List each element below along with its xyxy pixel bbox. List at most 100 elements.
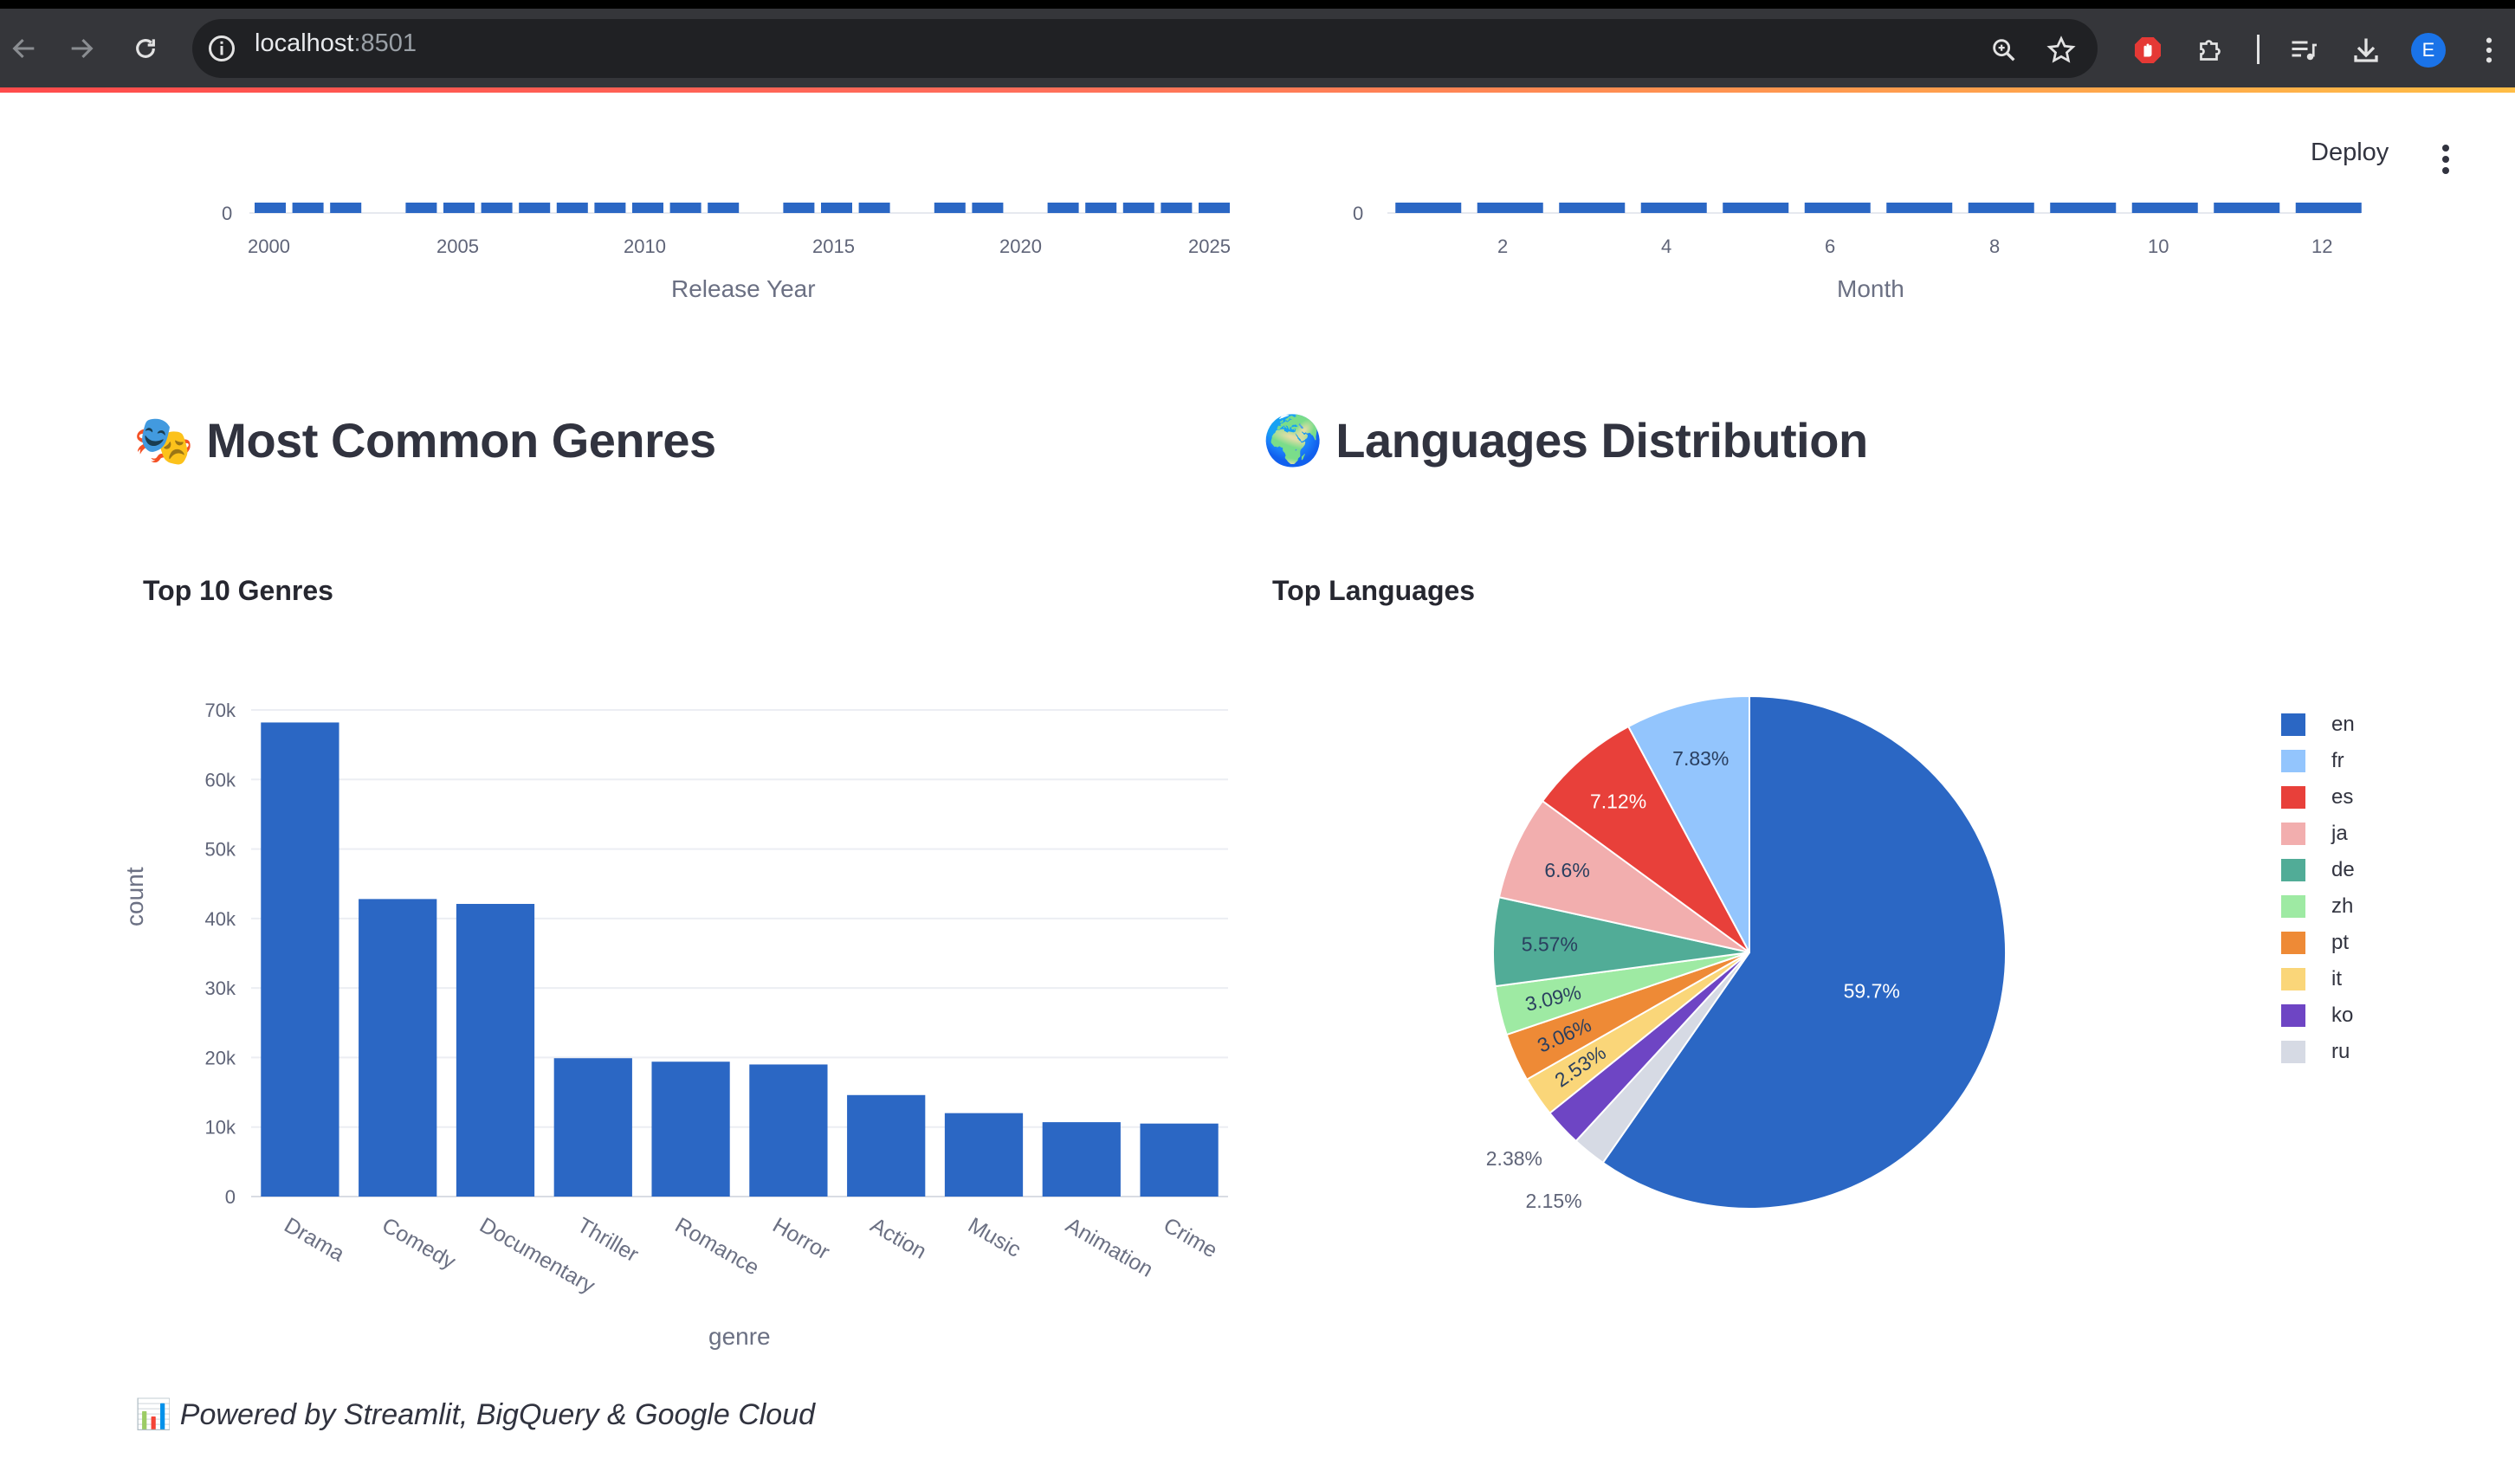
release-year-bar [632,203,663,213]
release-year-tick-2000: 2000 [248,236,290,257]
legend-item-it[interactable]: it [2281,966,2342,992]
genre-x-tick-label: Comedy [378,1213,460,1274]
legend-swatch [2281,895,2305,918]
genre-bar-drama [261,722,339,1197]
legend-label: fr [2331,749,2344,772]
legend-item-de[interactable]: de [2281,857,2355,883]
pie-label-fr: 7.83% [1672,747,1729,770]
genre-bar-thriller [553,1058,632,1197]
pie-label-ja: 6.6% [1544,859,1589,881]
genres-y-tick-label: 60k [205,769,236,790]
pie-label-ko: 2.38% [1486,1147,1542,1170]
month-tick-10: 10 [2148,236,2169,257]
release-year-tick-2020: 2020 [999,236,1042,257]
genres-section-title: Most Common Genres [206,413,716,468]
release-year-bar [858,203,890,213]
genre-bar-documentary [456,903,535,1197]
release-year-chart [249,203,1230,214]
release-year-tick-2010: 2010 [624,236,666,257]
top-charts-area: 0 2000 2005 2010 2015 2020 2025 Release … [0,0,2515,312]
legend-swatch [2281,713,2305,736]
month-bar [1723,203,1789,213]
legend-swatch [2281,1004,2305,1027]
month-bar [1640,203,1707,213]
languages-section-heading: 🌍 Languages Distribution [1263,412,1868,469]
legend-label: ru [2331,1040,2350,1063]
legend-item-fr[interactable]: fr [2281,748,2344,774]
legend-swatch [2281,1041,2305,1063]
languages-pie-chart[interactable]: 59.7%2.15%2.38%2.53%3.06%3.09%5.57%6.6%7… [1256,658,2122,1229]
release-year-bar [594,203,626,213]
month-bar [1968,203,2034,213]
month-bars [1395,203,2362,213]
month-bar [1477,203,1543,213]
genre-x-tick-label: Thriller [573,1213,643,1267]
legend-item-ru[interactable]: ru [2281,1039,2350,1065]
genre-bar-music [944,1113,1024,1197]
languages-section-title: Languages Distribution [1335,413,1868,468]
genre-x-tick-label: Animation [1062,1213,1157,1282]
footer-caption: 📊 Powered by Streamlit, BigQuery & Googl… [135,1397,815,1432]
release-year-bar [1161,203,1193,213]
month-bar [2131,203,2198,213]
legend-item-pt[interactable]: pt [2281,930,2349,956]
genre-bar-crime [1140,1123,1219,1197]
month-tick-6: 6 [1825,236,1836,257]
legend-item-ja[interactable]: ja [2281,821,2348,847]
pie-label-es: 7.12% [1590,790,1646,813]
release-year-bar [330,203,362,213]
genre-x-tick-label: Music [964,1213,1025,1262]
globe-emoji: 🌍 [1263,413,1323,468]
pie-label-en: 59.7% [1844,979,1900,1002]
legend-item-zh[interactable]: zh [2281,894,2353,919]
pie-label-de: 5.57% [1522,932,1578,955]
footer-text: Powered by Streamlit, BigQuery & Google … [179,1398,816,1431]
legend-label: en [2331,713,2355,736]
release-year-bar [783,203,815,213]
release-year-y-zero: 0 [222,203,233,224]
genre-bar-horror [749,1064,828,1197]
genre-x-tick-label: Horror [768,1213,833,1265]
release-year-bar [1122,203,1154,213]
genre-bar-action [847,1094,926,1197]
legend-swatch [2281,859,2305,881]
legend-item-es[interactable]: es [2281,784,2353,810]
release-year-tick-2005: 2005 [436,236,479,257]
release-year-bar [519,203,551,213]
month-bar [1886,203,1953,213]
release-year-bar [1085,203,1117,213]
month-bar [2050,203,2117,213]
genres-y-tick-label: 10k [205,1117,236,1139]
release-year-bar [556,203,588,213]
genres-bar-chart[interactable]: 010k20k30k40k50k60k70kDrama Comedy Documen… [0,675,1256,1385]
genres-y-axis-title: count [121,867,148,927]
month-bar [2214,203,2280,213]
release-year-bar [1047,203,1079,213]
genres-y-tick-label: 40k [205,908,236,930]
month-chart [1387,203,2362,214]
genres-y-tick-label: 50k [205,839,236,861]
month-tick-12: 12 [2311,236,2333,257]
month-bar [1395,203,1462,213]
release-year-bar [1199,203,1230,213]
release-year-bar [669,203,701,213]
month-tick-2: 2 [1497,236,1509,257]
month-tick-8: 8 [1989,236,2001,257]
legend-item-ko[interactable]: ko [2281,1003,2353,1029]
month-bar [2295,203,2362,213]
month-y-zero: 0 [1353,203,1364,224]
legend-swatch [2281,968,2305,990]
release-year-bar [443,203,475,213]
release-year-bar [708,203,740,213]
release-year-bar [821,203,852,213]
legend-label: ja [2331,822,2348,845]
bar-chart-emoji: 📊 [135,1398,172,1431]
release-year-bar [481,203,513,213]
genre-bar-animation [1042,1122,1121,1197]
month-tick-4: 4 [1661,236,1672,257]
legend-item-en[interactable]: en [2281,712,2355,738]
release-year-bar [972,203,1004,213]
release-year-bars [255,203,1230,213]
release-year-tick-2025: 2025 [1188,236,1231,257]
genres-section-heading: 🎭 Most Common Genres [133,412,716,469]
